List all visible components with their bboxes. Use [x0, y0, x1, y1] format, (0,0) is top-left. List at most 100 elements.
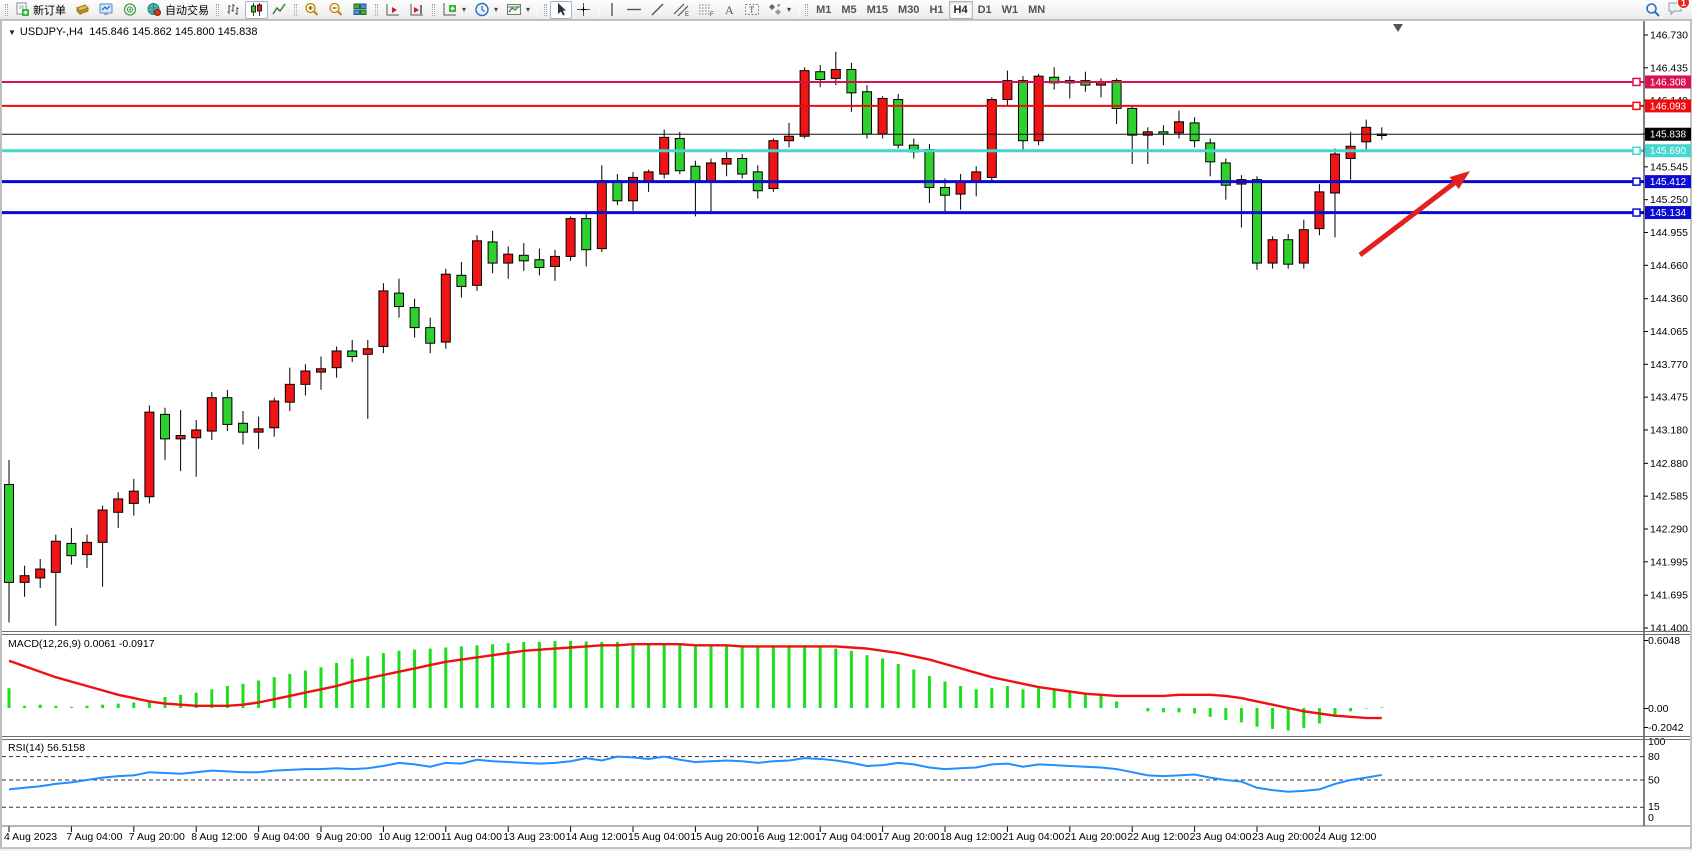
- autotrading-button[interactable]: 自动交易: [142, 1, 213, 19]
- indicators-button[interactable]: ▾: [438, 1, 470, 19]
- timeframe-MN[interactable]: MN: [1023, 1, 1050, 19]
- equidistant-channel-tool-button[interactable]: E: [669, 1, 694, 19]
- svg-text:50: 50: [1648, 775, 1660, 787]
- toolbar-grip[interactable]: [216, 4, 219, 16]
- svg-text:100: 100: [1648, 736, 1666, 748]
- zoom-out-icon: [328, 2, 344, 17]
- timeframe-H1[interactable]: H1: [924, 1, 948, 19]
- svg-text:141.400: 141.400: [1650, 623, 1688, 635]
- market-watch-icon: [74, 2, 90, 17]
- indicators-icon: [442, 2, 458, 17]
- data-window-button[interactable]: [94, 1, 118, 19]
- sonar-icon: [122, 2, 138, 17]
- svg-text:143.770: 143.770: [1650, 359, 1688, 371]
- arrows-tool-button[interactable]: ▾: [764, 1, 795, 19]
- new-order-label: 新订单: [33, 2, 66, 18]
- timeframe-W1[interactable]: W1: [997, 1, 1024, 19]
- trendline-tool-button[interactable]: [646, 1, 669, 19]
- candlestick-chart-button[interactable]: [245, 1, 268, 19]
- svg-text:142.290: 142.290: [1650, 523, 1688, 535]
- svg-text:13 Aug 23:00: 13 Aug 23:00: [503, 831, 565, 843]
- sounds-button[interactable]: [118, 1, 142, 19]
- svg-text:145.838: 145.838: [1650, 130, 1687, 141]
- arrows-icon: [768, 2, 783, 17]
- crosshair-tool-button[interactable]: [572, 1, 595, 19]
- timeframe-M5[interactable]: M5: [836, 1, 861, 19]
- chart-shift-button[interactable]: [405, 1, 429, 19]
- main-toolbar: 新订单 自动交易: [0, 0, 1692, 20]
- zoom-in-button[interactable]: [300, 1, 324, 19]
- svg-text:-0.2042: -0.2042: [1648, 722, 1684, 734]
- tile-windows-button[interactable]: [348, 1, 372, 19]
- svg-text:142.585: 142.585: [1650, 491, 1688, 503]
- timeframe-group: M1M5M15M30H1H4D1W1MN: [811, 1, 1050, 19]
- data-window-icon: [98, 2, 114, 17]
- svg-text:146.435: 146.435: [1650, 62, 1688, 74]
- text-label-icon: T: [744, 2, 760, 17]
- text-icon: A: [723, 2, 736, 17]
- vertical-line-tool-button[interactable]: [602, 1, 622, 19]
- new-order-icon: [15, 2, 30, 17]
- timeframe-H4[interactable]: H4: [949, 1, 973, 19]
- bar-chart-button[interactable]: [222, 1, 245, 19]
- new-order-button[interactable]: 新订单: [11, 1, 70, 19]
- chart-window[interactable]: 146.730146.435146.140145.845145.545145.2…: [0, 20, 1692, 851]
- timeframe-M1[interactable]: M1: [811, 1, 836, 19]
- svg-text:80: 80: [1648, 751, 1660, 763]
- fibonacci-tool-button[interactable]: F: [694, 1, 719, 19]
- svg-text:145.134: 145.134: [1650, 208, 1687, 219]
- toolbar-grip[interactable]: [375, 4, 378, 16]
- horizontal-line-tool-button[interactable]: [622, 1, 646, 19]
- svg-text:142.880: 142.880: [1650, 458, 1688, 470]
- svg-text:0.00: 0.00: [1648, 703, 1669, 715]
- svg-text:17 Aug 20:00: 17 Aug 20:00: [878, 831, 940, 843]
- svg-text:15 Aug 20:00: 15 Aug 20:00: [690, 831, 752, 843]
- text-tool-button[interactable]: A: [719, 1, 740, 19]
- svg-text:9 Aug 20:00: 9 Aug 20:00: [316, 831, 372, 843]
- svg-text:144.065: 144.065: [1650, 326, 1688, 338]
- svg-text:7 Aug 04:00: 7 Aug 04:00: [66, 831, 122, 843]
- svg-text:15 Aug 04:00: 15 Aug 04:00: [628, 831, 690, 843]
- toolbar-grip[interactable]: [805, 4, 808, 16]
- search-icon[interactable]: [1645, 2, 1661, 18]
- svg-text:146.730: 146.730: [1650, 30, 1688, 42]
- line-chart-icon: [272, 2, 287, 17]
- auto-scroll-button[interactable]: [381, 1, 405, 19]
- svg-text:A: A: [725, 3, 734, 17]
- cursor-icon: [554, 2, 568, 17]
- svg-text:143.475: 143.475: [1650, 392, 1688, 404]
- line-chart-button[interactable]: [268, 1, 291, 19]
- templates-button[interactable]: ▾: [502, 1, 534, 19]
- cursor-tool-button[interactable]: [550, 1, 572, 19]
- notifications-button[interactable]: 1: [1667, 0, 1684, 19]
- svg-text:14 Aug 12:00: 14 Aug 12:00: [566, 831, 628, 843]
- toolbar-grip[interactable]: [294, 4, 297, 16]
- candlestick-chart-icon: [249, 2, 264, 17]
- svg-text:144.360: 144.360: [1650, 293, 1688, 305]
- auto-scroll-icon: [385, 2, 401, 17]
- toolbar-grip[interactable]: [5, 4, 8, 16]
- market-watch-button[interactable]: [70, 1, 94, 19]
- svg-text:16 Aug 12:00: 16 Aug 12:00: [753, 831, 815, 843]
- timeframe-M30[interactable]: M30: [893, 1, 924, 19]
- trendline-icon: [650, 2, 665, 17]
- timeframe-M15[interactable]: M15: [862, 1, 893, 19]
- svg-text:146.308: 146.308: [1650, 77, 1687, 88]
- text-label-tool-button[interactable]: T: [740, 1, 764, 19]
- svg-text:17 Aug 04:00: 17 Aug 04:00: [815, 831, 877, 843]
- bar-chart-icon: [226, 2, 241, 17]
- svg-text:24 Aug 12:00: 24 Aug 12:00: [1314, 831, 1376, 843]
- toolbar-grip[interactable]: [544, 4, 547, 16]
- toolbar-grip[interactable]: [432, 4, 435, 16]
- svg-text:23 Aug 20:00: 23 Aug 20:00: [1252, 831, 1314, 843]
- periods-button[interactable]: ▾: [470, 1, 502, 19]
- zoom-out-button[interactable]: [324, 1, 348, 19]
- chart-shift-icon: [409, 2, 425, 17]
- vertical-line-icon: [606, 2, 618, 17]
- timeframe-D1[interactable]: D1: [973, 1, 997, 19]
- svg-text:0.6048: 0.6048: [1648, 635, 1680, 647]
- chart-canvas[interactable]: 146.730146.435146.140145.845145.545145.2…: [0, 20, 1692, 851]
- svg-text:145.690: 145.690: [1650, 146, 1687, 157]
- toolbar-separator: [798, 2, 799, 17]
- svg-text:11 Aug 04:00: 11 Aug 04:00: [441, 831, 502, 843]
